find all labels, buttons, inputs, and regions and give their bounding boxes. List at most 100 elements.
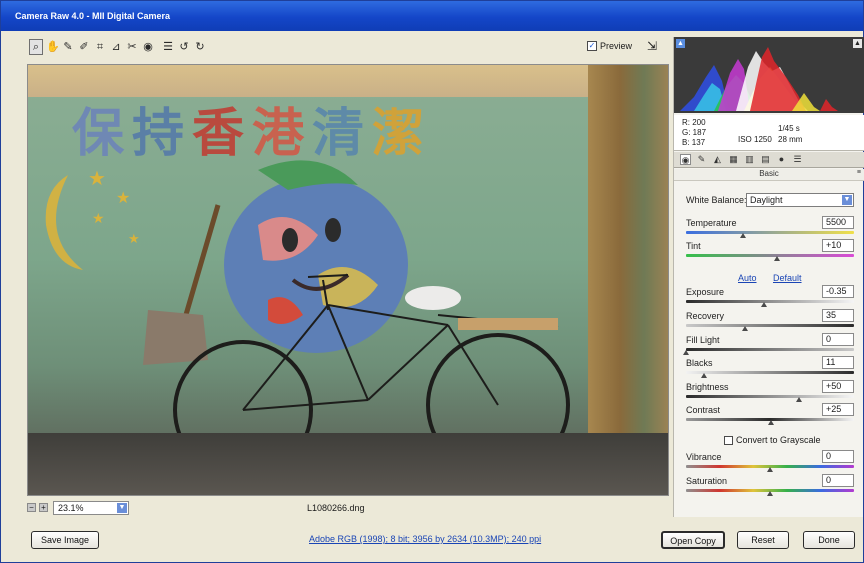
tint-field[interactable]: +10 — [822, 239, 854, 252]
footer: Save Image Adobe RGB (1998); 8 bit; 3956… — [1, 523, 863, 563]
zoom-bar: − + 23.1% ▼ L1080266.dng — [27, 500, 669, 516]
white-balance-value: Daylight — [750, 195, 783, 205]
fill-light-label: Fill Light — [686, 335, 720, 345]
done-button[interactable]: Done — [803, 531, 855, 549]
tint-slider-thumb[interactable] — [774, 256, 780, 261]
blacks-field[interactable]: 11 — [822, 356, 854, 369]
panel-menu-icon[interactable]: ≡ — [857, 169, 861, 176]
grayscale-checkbox[interactable]: Convert to Grayscale — [724, 435, 821, 445]
basic-section-title: Basic ≡ — [674, 169, 864, 181]
recovery-slider[interactable] — [686, 324, 854, 327]
window-title: Camera Raw 4.0 - MII Digital Camera — [1, 1, 863, 31]
temperature-field[interactable]: 5500 — [822, 216, 854, 229]
panel-tabs: ◉ ✎ ◭ ▦ ▥ ▤ ● ☰ — [674, 152, 864, 168]
histogram: ▲ ▲ — [674, 37, 864, 113]
tint-slider[interactable] — [686, 254, 854, 257]
retouch-tool-icon[interactable]: ✂ — [125, 39, 139, 55]
vibrance-label: Vibrance — [686, 452, 722, 462]
camera-raw-window: Camera Raw 4.0 - MII Digital Camera ✓ Pr… — [0, 0, 864, 563]
preview-checkbox[interactable]: ✓ Preview — [587, 41, 632, 51]
white-balance-select[interactable]: Daylight ▼ — [746, 193, 854, 207]
blacks-slider[interactable] — [686, 371, 854, 374]
blacks-label: Blacks — [686, 358, 713, 368]
saturation-field[interactable]: 0 — [822, 474, 854, 487]
recovery-slider-thumb[interactable] — [742, 326, 748, 331]
exposure-slider[interactable] — [686, 300, 854, 303]
preferences-tool-icon[interactable]: ☰ — [161, 39, 175, 55]
vibrance-slider-thumb[interactable] — [767, 467, 773, 472]
contrast-field[interactable]: +25 — [822, 403, 854, 416]
photo-illustration: ★ ★ ★ ★ — [45, 160, 570, 480]
rgb-readout: R: 200 G: 187 B: 137 1/45 s ISO 1250 28 … — [674, 115, 864, 151]
svg-text:★: ★ — [116, 190, 130, 207]
open-copy-button[interactable]: Open Copy — [661, 531, 725, 549]
tab-split-toning-icon[interactable]: ▥ — [744, 154, 755, 165]
tab-hsl-icon[interactable]: ▦ — [728, 154, 739, 165]
default-link[interactable]: Default — [773, 273, 802, 283]
exposure-field[interactable]: -0.35 — [822, 285, 854, 298]
rotate-right-tool-icon[interactable]: ↻ — [193, 39, 207, 55]
contrast-label: Contrast — [686, 405, 721, 415]
zoom-out-button[interactable]: − — [27, 503, 36, 512]
chevron-down-icon[interactable]: ▼ — [117, 503, 127, 513]
temperature-slider-thumb[interactable] — [740, 233, 746, 238]
zoom-level-select[interactable]: 23.1% ▼ — [53, 501, 129, 515]
photo-ground — [28, 433, 668, 495]
saturation-slider-thumb[interactable] — [767, 491, 773, 496]
tint-label: Tint — [686, 241, 701, 251]
brightness-slider[interactable] — [686, 395, 854, 398]
image-preview[interactable]: 保持香港清潔 ★ ★ ★ ★ — [27, 64, 669, 496]
fill-light-field[interactable]: 0 — [822, 333, 854, 346]
recovery-label: Recovery — [686, 311, 725, 321]
tab-tone-curve-icon[interactable]: ✎ — [696, 154, 707, 165]
adjustments-panel: ▲ ▲ R: 200 G: 187 B: 137 1/45 s ISO 1250… — [673, 37, 864, 517]
workflow-options-link[interactable]: Adobe RGB (1998); 8 bit; 3956 by 2634 (1… — [309, 534, 541, 544]
contrast-slider-thumb[interactable] — [768, 420, 774, 425]
temperature-slider[interactable] — [686, 231, 854, 234]
blacks-slider-thumb[interactable] — [701, 373, 707, 378]
save-image-button[interactable]: Save Image — [31, 531, 99, 549]
exposure-slider-thumb[interactable] — [761, 302, 767, 307]
color-sampler-tool-icon[interactable]: ✐ — [77, 39, 91, 55]
toolbar: ✓ Preview ⇲ ⌕ ✋ ✎ ✐ ⌗ ⊿ ✂ ◉ ☰ ↺ ↻ — [27, 39, 669, 59]
reset-button[interactable]: Reset — [737, 531, 789, 549]
chevron-down-icon[interactable]: ▼ — [842, 195, 852, 205]
tab-presets-icon[interactable]: ☰ — [792, 154, 803, 165]
zoom-tool-icon[interactable]: ⌕ — [29, 39, 43, 55]
rotate-left-tool-icon[interactable]: ↺ — [177, 39, 191, 55]
blue-value: B: 137 — [682, 138, 706, 147]
grayscale-label: Convert to Grayscale — [736, 435, 821, 445]
tab-calibration-icon[interactable]: ● — [776, 154, 787, 165]
exposure-label: Exposure — [686, 287, 725, 297]
red-eye-tool-icon[interactable]: ◉ — [141, 39, 155, 55]
tab-basic-icon[interactable]: ◉ — [680, 154, 691, 165]
iso-value: ISO 1250 — [738, 135, 772, 144]
tab-detail-icon[interactable]: ◭ — [712, 154, 723, 165]
fill-light-slider[interactable] — [686, 348, 854, 351]
full-screen-icon[interactable]: ⇲ — [647, 39, 657, 53]
hand-tool-icon[interactable]: ✋ — [45, 39, 60, 55]
svg-text:★: ★ — [92, 210, 105, 226]
zoom-level-value: 23.1% — [58, 503, 84, 513]
fill-light-slider-thumb[interactable] — [683, 350, 689, 355]
shutter-speed: 1/45 s — [778, 124, 800, 133]
tab-lens-icon[interactable]: ▤ — [760, 154, 771, 165]
red-value: R: 200 — [682, 118, 706, 127]
brightness-label: Brightness — [686, 382, 729, 392]
zoom-in-button[interactable]: + — [39, 503, 48, 512]
straighten-tool-icon[interactable]: ⊿ — [109, 39, 123, 55]
histogram-channel-7 — [820, 99, 838, 111]
basic-title: Basic — [759, 169, 779, 178]
grayscale-check-box[interactable] — [724, 435, 733, 445]
svg-text:★: ★ — [88, 168, 106, 190]
crop-tool-icon[interactable]: ⌗ — [93, 39, 107, 55]
recovery-field[interactable]: 35 — [822, 309, 854, 322]
preview-check-icon[interactable]: ✓ — [587, 41, 597, 51]
focal-length: 28 mm — [778, 135, 803, 144]
brightness-field[interactable]: +50 — [822, 380, 854, 393]
white-balance-tool-icon[interactable]: ✎ — [61, 39, 75, 55]
auto-link[interactable]: Auto — [738, 273, 757, 283]
preview-label: Preview — [600, 41, 633, 51]
vibrance-field[interactable]: 0 — [822, 450, 854, 463]
brightness-slider-thumb[interactable] — [796, 397, 802, 402]
